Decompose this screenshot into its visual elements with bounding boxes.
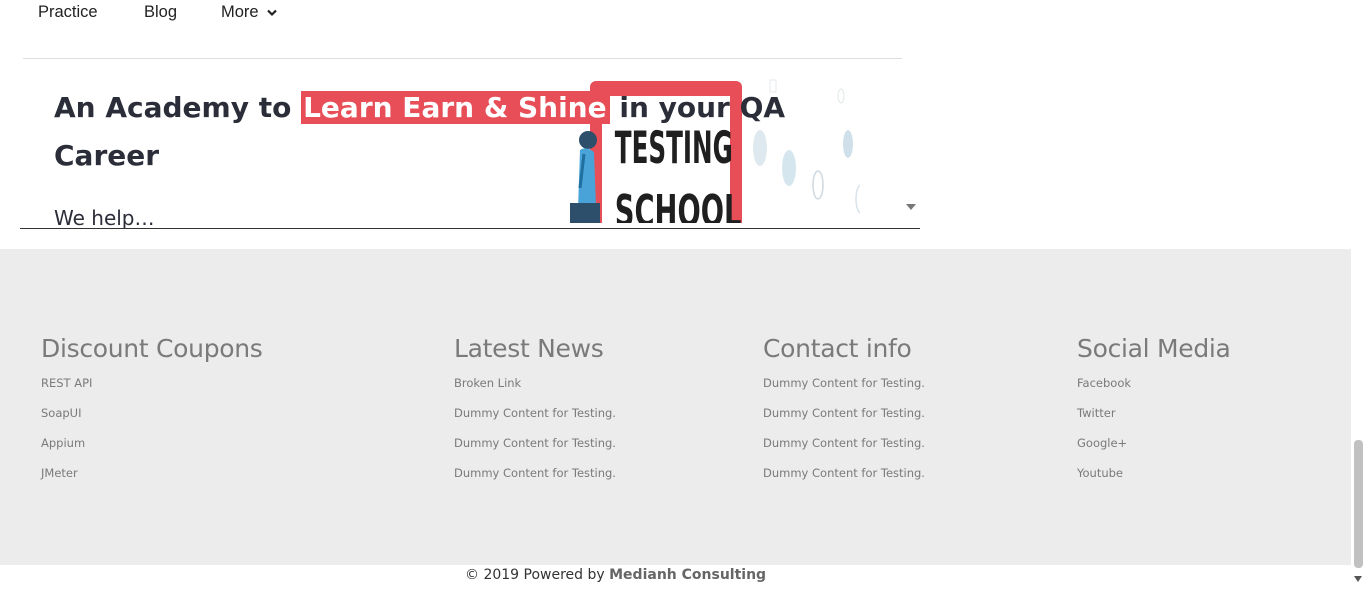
embedded-page-frame[interactable]: Practice Blog More An Academy to Learn E… bbox=[20, 0, 920, 229]
top-navigation: Practice Blog More bbox=[20, 0, 902, 58]
copyright-text: © 2019 Powered by bbox=[465, 567, 605, 583]
copyright-notice: © 2019 Powered by Medianh Consulting bbox=[465, 567, 766, 583]
footer-link[interactable]: Dummy Content for Testing. bbox=[763, 406, 925, 436]
footer-link[interactable]: Twitter bbox=[1077, 406, 1231, 436]
scroll-down-arrow[interactable] bbox=[1354, 576, 1362, 582]
hero-title-start: An Academy to bbox=[54, 91, 292, 124]
footer-link[interactable]: Dummy Content for Testing. bbox=[763, 466, 925, 496]
nav-divider bbox=[23, 58, 902, 59]
footer-link[interactable]: Dummy Content for Testing. bbox=[454, 406, 616, 436]
scrollbar-thumb[interactable] bbox=[1354, 440, 1363, 568]
footer-link[interactable]: Dummy Content for Testing. bbox=[454, 466, 616, 496]
footer-link[interactable]: REST API bbox=[41, 376, 263, 406]
nav-practice[interactable]: Practice bbox=[38, 3, 98, 22]
frame-scroll-down-arrow[interactable] bbox=[906, 204, 916, 210]
footer-col-social-media: Social Media Facebook Twitter Google+ Yo… bbox=[1077, 334, 1231, 496]
illustration-text-line-2: SCHOOL bbox=[615, 186, 742, 223]
hero-heading: An Academy to Learn Earn & Shine in your… bbox=[54, 84, 844, 180]
copyright-brand-link[interactable]: Medianh Consulting bbox=[609, 567, 766, 583]
footer-link[interactable]: Google+ bbox=[1077, 436, 1231, 466]
footer-col-contact-info: Contact info Dummy Content for Testing. … bbox=[763, 334, 925, 496]
footer-heading: Latest News bbox=[454, 334, 604, 363]
nav-more[interactable]: More bbox=[221, 3, 277, 22]
page-scrollbar[interactable] bbox=[1351, 0, 1366, 589]
footer-col-discount-coupons: Discount Coupons REST API SoapUI Appium … bbox=[41, 334, 263, 496]
footer-heading: Social Media bbox=[1077, 334, 1231, 363]
footer-link[interactable]: Youtube bbox=[1077, 466, 1231, 496]
footer-link[interactable]: Appium bbox=[41, 436, 263, 466]
site-footer: Discount Coupons REST API SoapUI Appium … bbox=[0, 249, 1351, 565]
nav-blog[interactable]: Blog bbox=[144, 3, 177, 22]
footer-heading: Discount Coupons bbox=[41, 334, 263, 363]
hero-title-highlight: Learn Earn & Shine bbox=[301, 91, 610, 124]
chevron-down-icon bbox=[267, 9, 277, 16]
footer-link[interactable]: Dummy Content for Testing. bbox=[763, 436, 925, 466]
footer-link[interactable]: Facebook bbox=[1077, 376, 1231, 406]
footer-link[interactable]: Dummy Content for Testing. bbox=[454, 436, 616, 466]
footer-link[interactable]: SoapUI bbox=[41, 406, 263, 436]
hero-subtitle: We help… bbox=[54, 206, 155, 229]
footer-link[interactable]: JMeter bbox=[41, 466, 263, 496]
footer-col-latest-news: Latest News Broken Link Dummy Content fo… bbox=[454, 334, 616, 496]
footer-link[interactable]: Dummy Content for Testing. bbox=[763, 376, 925, 406]
footer-heading: Contact info bbox=[763, 334, 912, 363]
footer-link[interactable]: Broken Link bbox=[454, 376, 616, 406]
nav-more-label: More bbox=[221, 3, 259, 21]
